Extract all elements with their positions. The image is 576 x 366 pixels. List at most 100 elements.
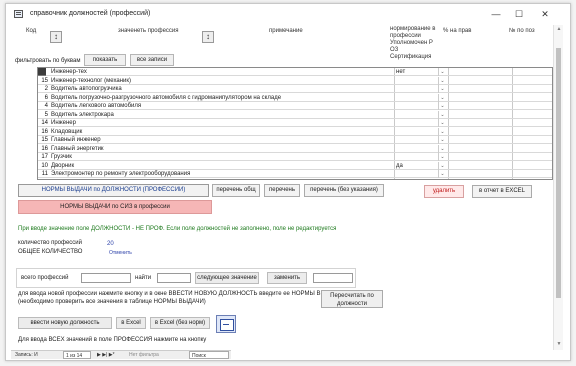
maximize-button[interactable]: ☐ (509, 7, 529, 21)
list-free-button[interactable]: перечень (без указания) (304, 184, 384, 197)
row-name[interactable]: Электромонтер по ремонту электрооборудов… (51, 170, 381, 178)
scroll-up-icon[interactable]: ▲ (554, 26, 564, 32)
row-name[interactable]: Инженер-тех (51, 68, 381, 76)
dropdown-arrow-icon[interactable]: ⌄ (438, 110, 446, 119)
row-name[interactable]: Водитель погрузочно-разгрузочного автомо… (51, 94, 381, 102)
row-code[interactable]: 14 (38, 119, 48, 127)
row-flag[interactable] (396, 85, 436, 93)
dropdown-arrow-icon[interactable]: ⌄ (438, 153, 446, 161)
row-code[interactable]: 2 (38, 85, 48, 93)
record-nav-buttons[interactable]: ▶ ▶| ▶* (97, 351, 115, 359)
row-flag[interactable] (396, 153, 436, 161)
dropdown-arrow-icon[interactable]: ⌄ (438, 144, 446, 153)
scroll-thumb[interactable] (556, 48, 561, 298)
row-name[interactable]: Инженер (51, 119, 381, 127)
search-field-1[interactable] (81, 273, 131, 283)
dropdown-arrow-icon[interactable]: ⌄ (438, 170, 446, 178)
row-code[interactable]: 15 (38, 136, 48, 144)
close-button[interactable]: ✕ (535, 7, 555, 21)
dropdown-arrow-icon[interactable]: ⌄ (438, 93, 446, 102)
table-row[interactable]: 4 Водитель легкового автомобиля ⌄ (38, 102, 552, 110)
row-name[interactable]: Главный инженер (51, 136, 381, 144)
dropdown-arrow-icon[interactable]: ⌄ (438, 161, 446, 170)
export-icon[interactable] (216, 315, 236, 333)
row-flag[interactable] (396, 145, 436, 153)
row-name[interactable]: Грузчик (51, 153, 381, 161)
dropdown-arrow-icon[interactable]: ⌄ (438, 127, 446, 136)
next-value-button[interactable]: следующее значение (195, 272, 259, 284)
list-general-button[interactable]: перечень общ (212, 184, 260, 197)
excel-button[interactable]: в Excel (116, 317, 146, 329)
add-position-button[interactable]: ввести новую должность (18, 317, 112, 329)
scroll-down-icon[interactable]: ▼ (554, 341, 564, 347)
row-name[interactable]: Инженер-технолог (механик) (51, 77, 381, 85)
row-code[interactable]: 11 (38, 170, 48, 178)
all-records-button[interactable]: все записи (130, 54, 174, 66)
excel-report-button[interactable]: в отчет в EXCEL (472, 185, 532, 198)
cancel-link[interactable]: Отменить (109, 250, 132, 256)
table-row[interactable]: 5 Водитель электрокара ⌄ (38, 110, 552, 119)
recalculate-button[interactable]: Пересчитать по должности (321, 290, 383, 308)
row-flag[interactable] (396, 128, 436, 136)
filter-state[interactable]: Нет фильтра (129, 351, 159, 359)
row-code[interactable]: 16 (38, 145, 48, 153)
show-button[interactable]: показать (84, 54, 126, 66)
row-code[interactable]: 6 (38, 94, 48, 102)
table-row[interactable]: 10 Дворник да ⌄ (38, 161, 552, 170)
list-button[interactable]: перечень (264, 184, 300, 197)
table-row[interactable]: 17 Грузчик ⌄ (38, 153, 552, 161)
row-code[interactable]: 10 (38, 162, 48, 170)
find-label: найти (135, 275, 152, 281)
excel-no-norms-button[interactable]: в Excel (без норм) (150, 317, 210, 329)
sort-code-button[interactable]: ↕ (50, 31, 62, 43)
dropdown-arrow-icon[interactable]: ⌄ (438, 102, 446, 110)
table-row[interactable]: 2 Водитель автопогрузчика ⌄ (38, 85, 552, 93)
replace-button[interactable]: заменить (267, 272, 307, 284)
norms-by-position-tab[interactable]: НОРМЫ ВЫДАЧИ по ДОЛЖНОСТИ (ПРОФЕССИИ) (18, 184, 209, 197)
table-row[interactable]: 15 Главный инженер ⌄ (38, 136, 552, 144)
dropdown-arrow-icon[interactable]: ⌄ (438, 85, 446, 93)
find-field[interactable] (157, 273, 191, 283)
row-code[interactable]: 5 (38, 111, 48, 119)
dropdown-arrow-icon[interactable]: ⌄ (438, 136, 446, 144)
row-flag[interactable] (396, 119, 436, 127)
row-name[interactable]: Кладовщик (51, 128, 381, 136)
row-name[interactable]: Дворник (51, 162, 381, 170)
row-code[interactable]: 17 (38, 153, 48, 161)
dropdown-arrow-icon[interactable]: ⌄ (438, 76, 446, 85)
row-name[interactable]: Водитель электрокара (51, 111, 381, 119)
row-flag[interactable] (396, 77, 436, 85)
row-code[interactable]: 15 (38, 77, 48, 85)
row-code[interactable]: 4 (38, 102, 48, 110)
sort-name-button[interactable]: ↕ (202, 31, 214, 43)
row-name[interactable]: Водитель легкового автомобиля (51, 102, 381, 110)
table-row[interactable]: 6 Водитель погрузочно-разгрузочного автом… (38, 93, 552, 102)
dropdown-arrow-icon[interactable]: ⌄ (438, 68, 446, 76)
table-row[interactable]: Инженер-тех нет ⌄ (38, 68, 552, 76)
row-flag[interactable] (396, 94, 436, 102)
footer-note: Для ввода ВСЕХ значений в поле ПРОФЕССИЯ… (18, 337, 207, 343)
row-flag[interactable] (396, 111, 436, 119)
row-flag[interactable] (396, 170, 436, 178)
delete-button[interactable]: удалить (424, 185, 464, 198)
row-name[interactable]: Главный энергетик (51, 145, 381, 153)
table-row[interactable]: 16 Кладовщик ⌄ (38, 127, 552, 136)
row-code[interactable]: 16 (38, 128, 48, 136)
dropdown-arrow-icon[interactable]: ⌄ (438, 119, 446, 127)
row-flag[interactable]: нет (396, 68, 436, 76)
table-row[interactable]: 11 Электромонтер по ремонту электрооборуд… (38, 170, 552, 178)
replace-field[interactable] (313, 273, 353, 283)
row-flag[interactable]: да (396, 162, 436, 170)
norms-siz-tab[interactable]: НОРМЫ ВЫДАЧИ по СИЗ в профессии (18, 200, 212, 214)
minimize-button[interactable]: — (486, 7, 506, 21)
row-name[interactable]: Водитель автопогрузчика (51, 85, 381, 93)
record-position[interactable]: 1 из 14 (63, 351, 91, 359)
search-box[interactable]: Поиск (189, 351, 229, 359)
table-row[interactable]: 16 Главный энергетик ⌄ (38, 144, 552, 153)
row-flag[interactable] (396, 102, 436, 110)
row-flag[interactable] (396, 136, 436, 144)
vertical-scrollbar[interactable]: ▲ ▼ (553, 25, 563, 350)
table-row[interactable]: 14 Инженер ⌄ (38, 119, 552, 127)
row-code[interactable] (38, 68, 48, 76)
table-row[interactable]: 15 Инженер-технолог (механик) ⌄ (38, 76, 552, 85)
